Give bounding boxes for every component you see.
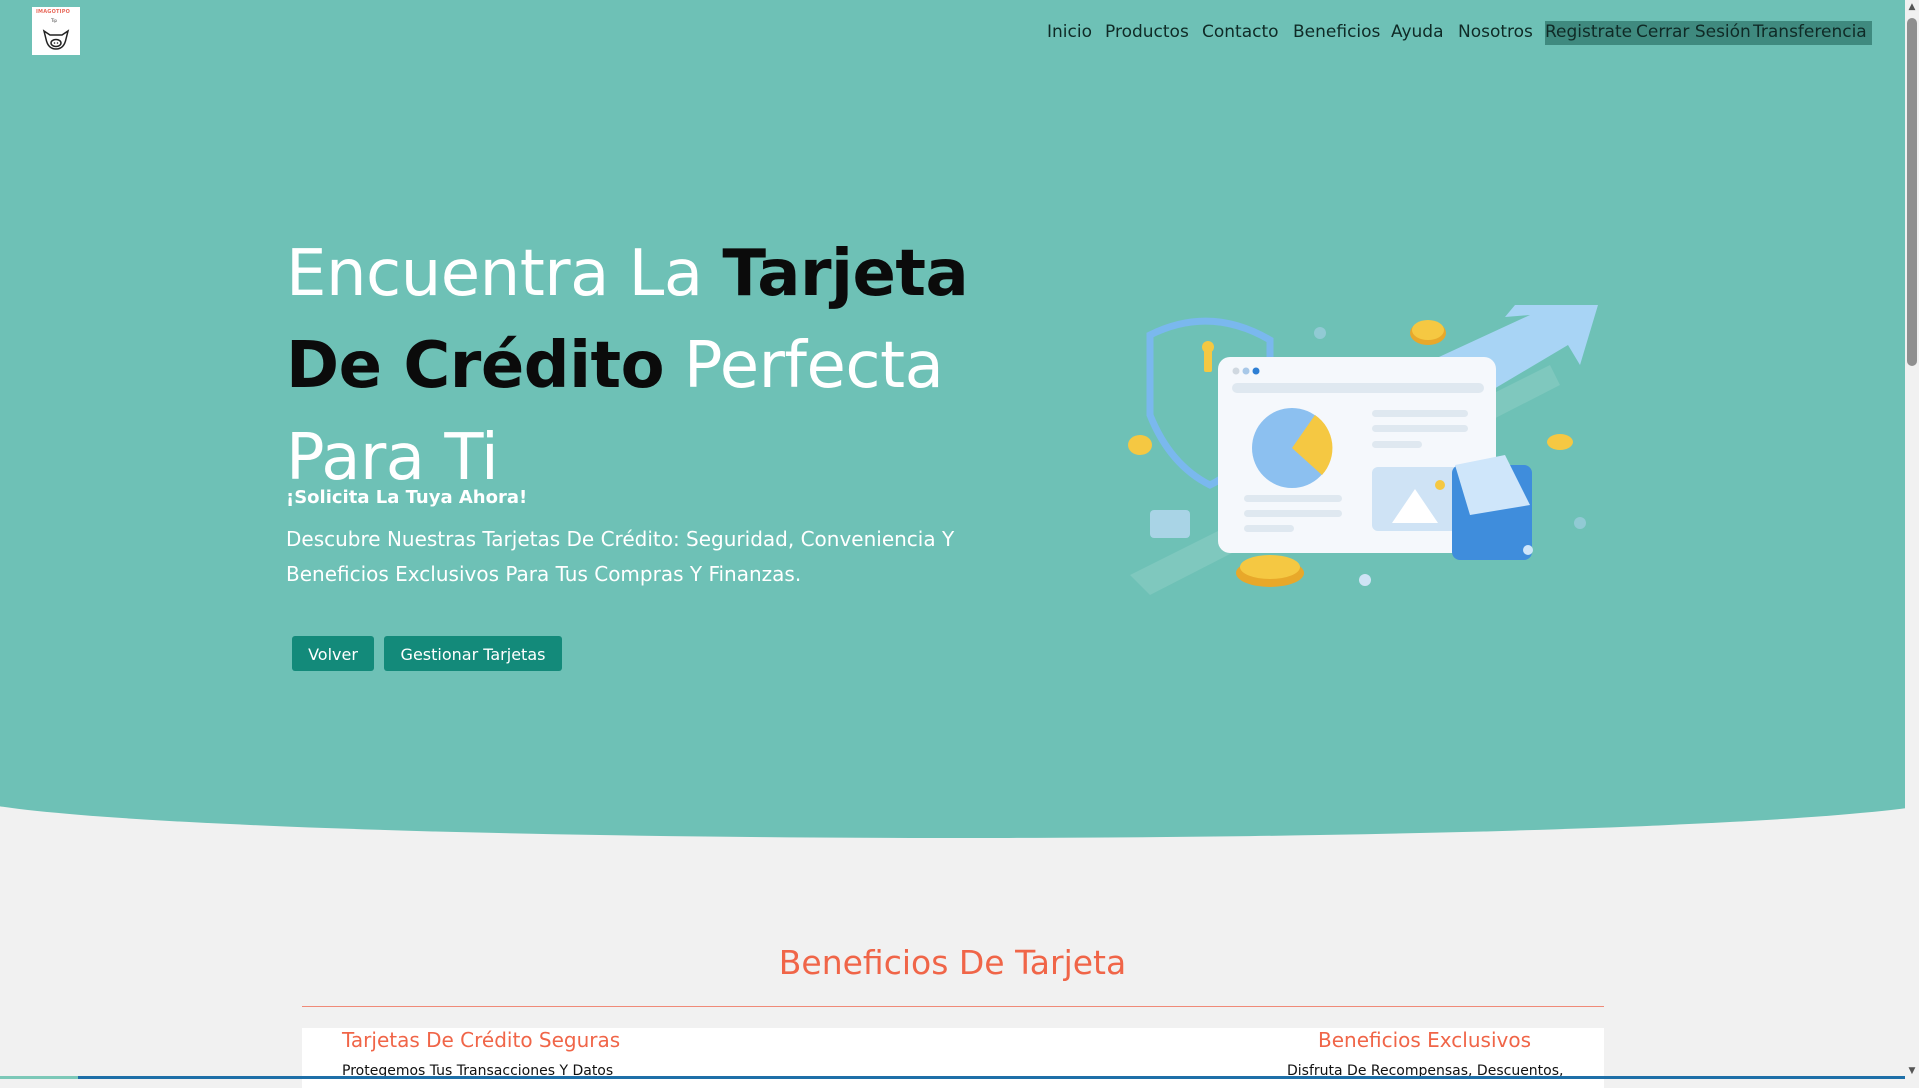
hero-description: Descubre Nuestras Tarjetas De Crédito: S…: [286, 527, 955, 586]
logo-subtext: Tip: [51, 18, 57, 23]
nav-inicio[interactable]: Inicio: [1047, 20, 1092, 44]
benefits-title: Beneficios De Tarjeta: [778, 943, 1127, 982]
scroll-down-icon[interactable]: ▼: [1907, 1066, 1917, 1076]
logo-text: IMAGOTIPO: [36, 9, 71, 15]
hero-title-part-4: Perfecta: [664, 329, 944, 403]
card-title-exclusive: Beneficios Exclusivos: [1318, 1028, 1531, 1052]
pig-icon: [42, 29, 70, 50]
scroll-up-icon[interactable]: ▲: [1907, 2, 1917, 12]
nav-cerrar-sesion[interactable]: Cerrar Sesión: [1636, 20, 1751, 44]
hero-illustration: [1128, 305, 1598, 595]
scroll-thumb[interactable]: [1907, 18, 1917, 366]
nav-beneficios[interactable]: Beneficios: [1293, 20, 1380, 44]
nav-nosotros[interactable]: Nosotros: [1458, 20, 1533, 44]
logo[interactable]: IMAGOTIPO Tip: [32, 7, 80, 55]
nav-registrate[interactable]: Registrate: [1545, 20, 1632, 44]
hero-title-part-3: De Crédito: [286, 329, 665, 403]
nav-contacto[interactable]: Contacto: [1202, 20, 1279, 44]
hero-subtitle: ¡Solicita La Tuya Ahora!: [286, 487, 528, 508]
card-title-secure: Tarjetas De Crédito Seguras: [342, 1028, 621, 1052]
hero-title-part-1: Encuentra La: [286, 237, 723, 311]
nav-transferencia[interactable]: Transferencia: [1753, 20, 1867, 44]
section-divider: [302, 1006, 1604, 1007]
manage-cards-button[interactable]: Gestionar Tarjetas: [384, 636, 562, 671]
nav-ayuda[interactable]: Ayuda: [1391, 20, 1444, 44]
hero-title-part-2: Tarjeta: [722, 237, 969, 311]
hero-title-part-5: Para Ti: [286, 421, 499, 495]
hero-title: Encuentra La Tarjeta De Crédito Perfecta…: [286, 228, 1046, 504]
nav-productos[interactable]: Productos: [1105, 20, 1189, 44]
back-button[interactable]: Volver: [292, 636, 374, 671]
